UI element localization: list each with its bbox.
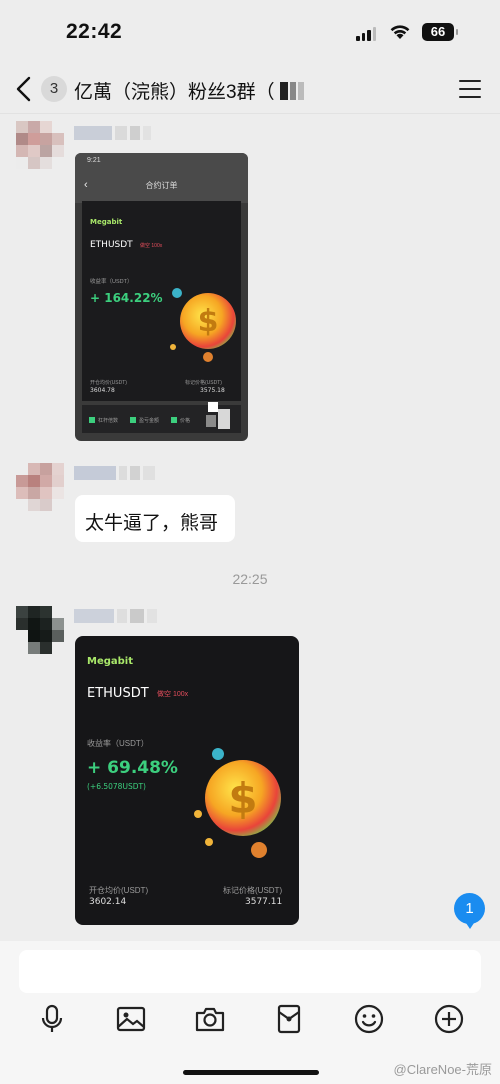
menu-icon[interactable] xyxy=(459,80,481,104)
screenshot-options: 杠杆倍数 盈亏金额 价格 xyxy=(82,402,241,433)
screenshot-card: Megabit ETHUSDT 做空 100x 收益率（USDT） + 164.… xyxy=(82,201,241,401)
message-timestamp: 22:25 xyxy=(232,571,268,587)
yield-value: + 69.48% xyxy=(87,758,178,778)
composer: @ClareNoe-荒原 xyxy=(0,941,500,1084)
sender-name-mosaic xyxy=(74,466,155,480)
qr-code-mosaic xyxy=(218,409,230,429)
brand-logo: Megabit xyxy=(90,218,123,226)
trade-card-image[interactable]: Megabit ETHUSDT 做空 100x 收益率（USDT） + 69.4… xyxy=(75,636,299,925)
emoji-icon[interactable] xyxy=(353,1003,385,1035)
gold-coin-icon: $ xyxy=(170,288,236,362)
pair-label: ETHUSDT xyxy=(87,686,149,701)
option-label: 盈亏金额 xyxy=(139,418,160,424)
screenshot-status-time: 9:21 xyxy=(87,157,101,164)
title-mosaic xyxy=(280,82,304,100)
chat-header: 3 亿萬（浣熊）粉丝3群（ xyxy=(0,64,500,114)
checkbox-icon xyxy=(89,417,95,423)
back-chevron-icon[interactable] xyxy=(14,76,34,102)
input-toolbar xyxy=(0,1003,500,1035)
chat-title: 亿萬（浣熊）粉丝3群（ xyxy=(74,82,275,103)
message-input[interactable] xyxy=(19,950,481,993)
yield-label: 收益率（USDT） xyxy=(87,739,149,748)
camera-icon[interactable] xyxy=(194,1003,226,1035)
gold-coin-icon: $ xyxy=(194,748,281,858)
status-time: 22:42 xyxy=(66,20,123,43)
home-indicator xyxy=(183,1070,319,1075)
pair-label: ETHUSDT xyxy=(90,240,133,250)
message-bubble[interactable]: 太牛逼了，熊哥 xyxy=(75,495,235,542)
checkbox-icon xyxy=(130,417,136,423)
battery-indicator: 66 xyxy=(422,23,458,41)
option-label: 杠杆倍数 xyxy=(98,418,119,424)
yield-label: 收益率（USDT） xyxy=(90,279,133,285)
red-packet-icon[interactable] xyxy=(273,1003,305,1035)
qr-code-mosaic xyxy=(208,402,218,412)
avatar[interactable] xyxy=(16,121,64,169)
open-price-label: 开仓均价(USDT) xyxy=(89,886,149,895)
svg-text:$: $ xyxy=(228,774,257,823)
brand-logo: Megabit xyxy=(87,656,134,667)
wifi-icon xyxy=(390,25,410,39)
trade-screenshot-image[interactable]: 9:21 ‹ 合约订单 Megabit ETHUSDT 做空 100x 收益率（… xyxy=(75,153,248,441)
watermark: @ClareNoe-荒原 xyxy=(393,1062,492,1077)
plus-icon[interactable] xyxy=(433,1003,465,1035)
checkbox-icon xyxy=(171,417,177,423)
cellular-signal-icon xyxy=(356,27,376,41)
qr-code-mosaic xyxy=(206,415,216,427)
avatar[interactable] xyxy=(16,463,64,511)
microphone-icon[interactable] xyxy=(36,1003,68,1035)
open-price-value: 3602.14 xyxy=(89,897,127,907)
sender-name-mosaic xyxy=(74,609,157,623)
leverage-label: 做空 100x xyxy=(157,691,189,698)
image-icon[interactable] xyxy=(115,1003,147,1035)
svg-text:$: $ xyxy=(198,304,219,339)
mark-price-value: 3577.11 xyxy=(245,897,283,907)
avatar[interactable] xyxy=(16,606,64,654)
new-message-badge[interactable]: 1 xyxy=(454,893,485,929)
open-price-value: 3604.78 xyxy=(90,387,115,394)
sender-name-mosaic xyxy=(74,126,151,140)
mark-price-value: 3575.18 xyxy=(200,387,225,394)
status-bar: 22:42 66 xyxy=(0,0,500,64)
screenshot-page-title: 合约订单 xyxy=(145,181,178,190)
screenshot-header: 9:21 ‹ 合约订单 xyxy=(75,153,248,203)
mark-price-label: 标记价格(USDT) xyxy=(223,886,283,895)
yield-value: + 164.22% xyxy=(90,291,163,305)
leverage-label: 做空 100x xyxy=(140,243,163,249)
option-label: 价格 xyxy=(180,418,191,424)
mark-price-label: 标记价格(USDT) xyxy=(185,380,222,386)
open-price-label: 开仓均价(USDT) xyxy=(90,380,127,386)
unread-count-badge[interactable]: 3 xyxy=(41,76,67,102)
pnl-value: (+6.5078USDT) xyxy=(87,782,146,791)
